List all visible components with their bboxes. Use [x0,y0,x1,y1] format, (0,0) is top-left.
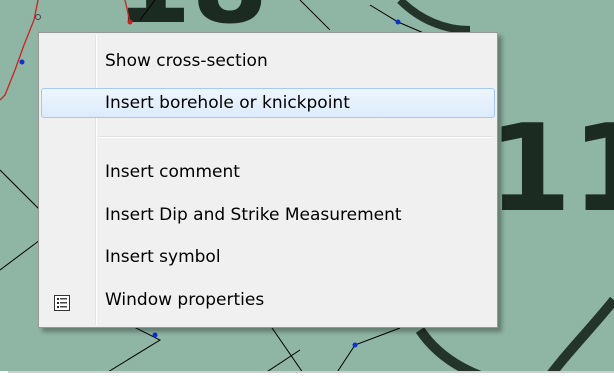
menu-item-label: Window properties [105,290,265,310]
menu-item-label: Insert comment [105,162,240,182]
map-label-right: 11 [488,100,614,239]
menu-item-insert-borehole[interactable]: Insert borehole or knickpoint [41,88,495,118]
menu-item-insert-comment[interactable]: Insert comment [41,157,495,187]
menu-item-window-properties[interactable]: Window properties [41,285,495,315]
window-bottom-edge [0,371,614,383]
context-menu: Show cross-section Insert borehole or kn… [38,32,498,328]
menu-item-label: Insert borehole or knickpoint [105,93,350,113]
menu-item-insert-dip-strike[interactable]: Insert Dip and Strike Measurement [41,200,495,230]
menu-item-label: Insert symbol [105,247,221,267]
menu-item-label: Show cross-section [105,51,268,71]
menu-item-insert-symbol[interactable]: Insert symbol [41,242,495,272]
menu-item-show-cross-section[interactable]: Show cross-section [41,46,495,76]
menu-item-label: Insert Dip and Strike Measurement [105,205,402,225]
properties-list-icon [54,292,70,311]
